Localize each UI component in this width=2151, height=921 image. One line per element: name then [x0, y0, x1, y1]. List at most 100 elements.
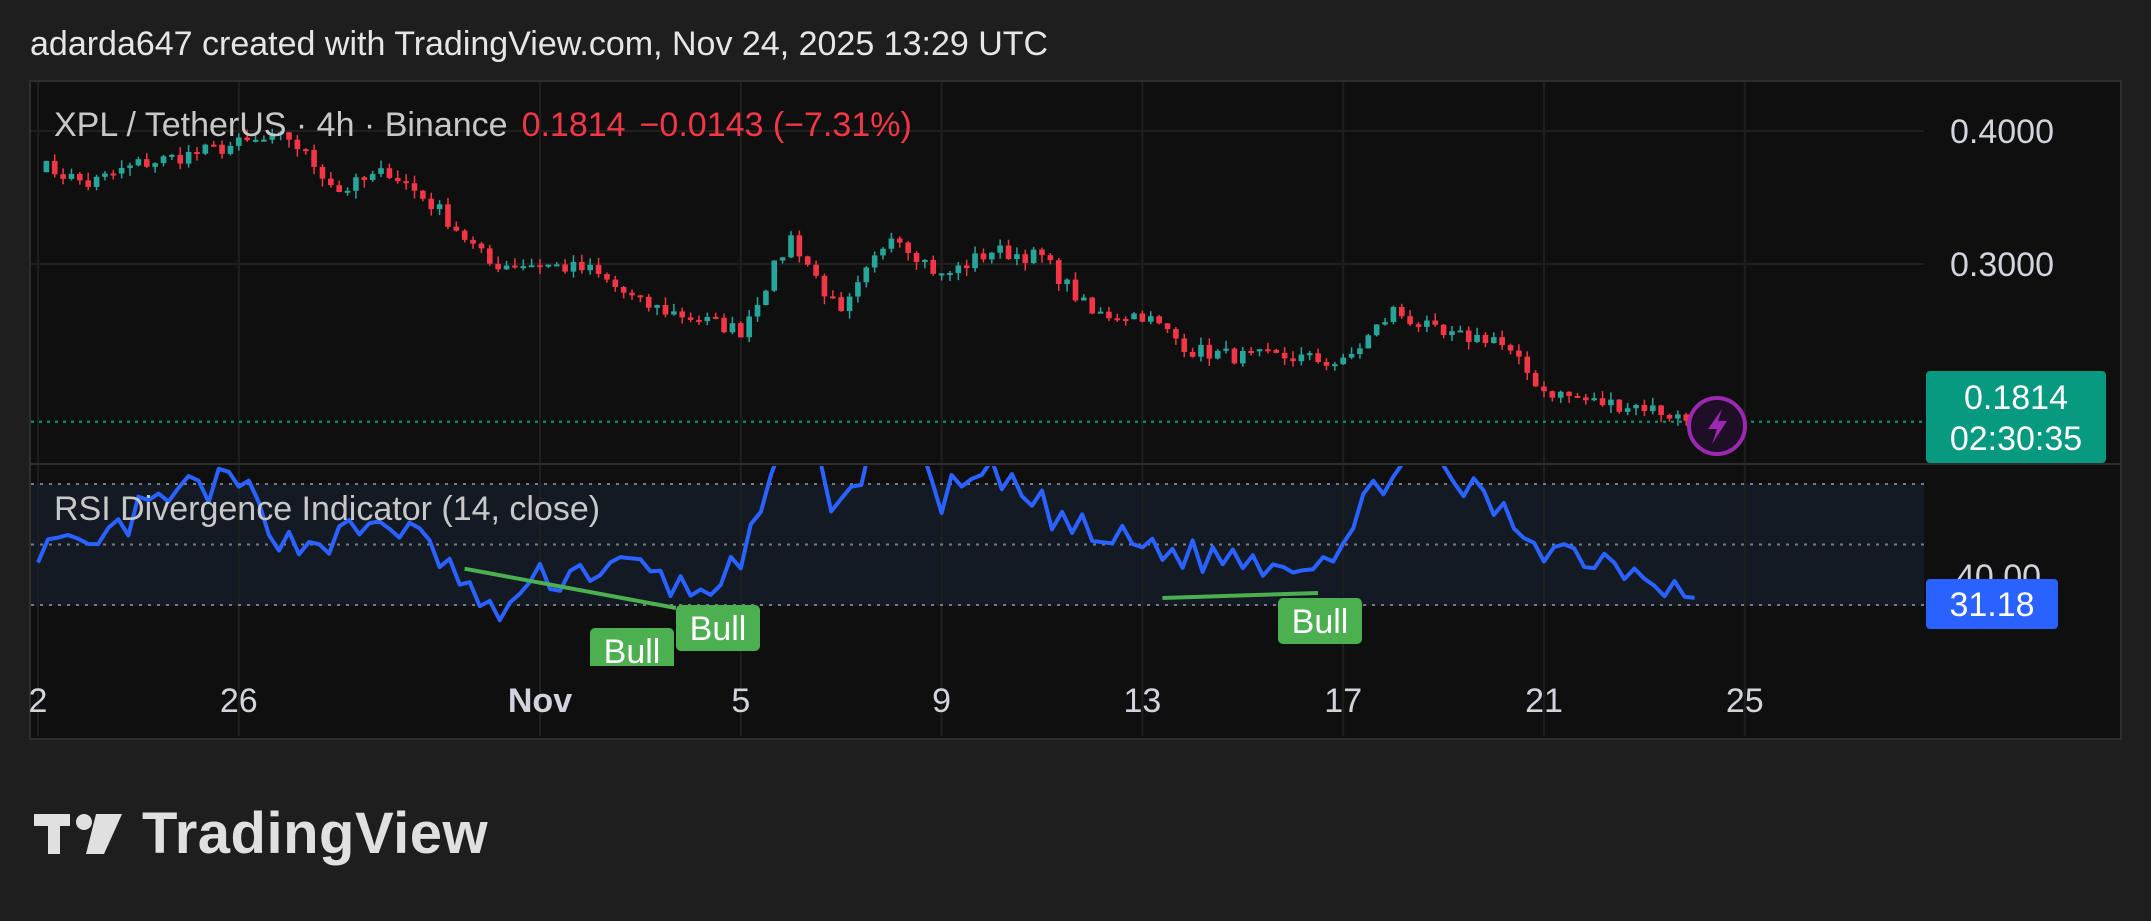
candle-body: [863, 267, 870, 283]
price-pane[interactable]: [31, 128, 1924, 426]
candle-body: [1516, 350, 1522, 357]
candle-body: [1223, 348, 1229, 351]
candle-body: [838, 297, 844, 312]
candle-body: [846, 296, 853, 312]
candle-body: [712, 316, 719, 319]
candle-body: [1147, 316, 1154, 322]
candle-body: [1649, 405, 1656, 412]
rsi-indicator-legend[interactable]: RSI Divergence Indicator (14, close): [54, 490, 600, 529]
candle-body: [1189, 351, 1196, 357]
candle-body: [177, 154, 184, 164]
candle-body: [1658, 405, 1664, 415]
candle-body: [629, 292, 635, 296]
candle-body: [1424, 320, 1430, 327]
candle-body: [470, 239, 476, 244]
tradingview-logo[interactable]: TradingView: [34, 800, 488, 867]
candle-body: [972, 253, 978, 269]
candle-body: [1491, 337, 1497, 343]
candle-body: [1332, 364, 1338, 367]
candle-body: [1156, 316, 1162, 324]
candle-body: [143, 159, 150, 167]
candle-body: [855, 282, 861, 297]
candle-body: [1097, 311, 1104, 314]
candle-body: [813, 264, 819, 276]
candle-body: [102, 173, 108, 177]
candle-body: [227, 145, 234, 154]
candle-body: [93, 176, 100, 187]
candle-body: [1532, 372, 1539, 387]
candle-body: [963, 265, 970, 269]
x-tick-label: 13: [1123, 682, 1161, 720]
candle-body: [804, 256, 811, 265]
candle-body: [344, 190, 351, 193]
candle-body: [1507, 345, 1514, 351]
candle-body: [1206, 344, 1213, 359]
symbol-name[interactable]: XPL / TetherUS · 4h · Binance: [54, 106, 508, 144]
lightning-icon[interactable]: [1687, 396, 1747, 456]
candle-body: [1122, 318, 1129, 321]
candle-body: [1449, 331, 1455, 336]
candle-body: [738, 323, 744, 338]
candle-body: [896, 238, 903, 243]
candle-body: [445, 204, 451, 227]
x-tick-label: 26: [220, 682, 258, 720]
candle-body: [411, 183, 418, 191]
price-axis[interactable]: 0.3000 0.4000: [1950, 113, 2054, 284]
candle-body: [922, 259, 928, 262]
candle-body: [989, 252, 995, 260]
candle-body: [587, 264, 593, 271]
candle-body: [1524, 356, 1531, 373]
candle-body: [420, 190, 426, 199]
grid: [31, 82, 1924, 736]
candle-body: [779, 257, 786, 261]
candle-body: [1055, 260, 1062, 285]
candle-body: [1482, 334, 1489, 343]
candle-body: [888, 238, 895, 249]
candle-body: [821, 275, 828, 297]
candle-body: [520, 266, 527, 269]
candle-body: [997, 245, 1003, 253]
candle-body: [51, 160, 58, 175]
candle-body: [1240, 350, 1246, 364]
candle-body: [1348, 353, 1355, 358]
candle-body: [77, 173, 83, 181]
candle-body: [1164, 323, 1171, 330]
candle-body: [495, 263, 501, 270]
candle-body: [1357, 348, 1363, 354]
candle-body: [43, 160, 50, 173]
candle-body: [830, 296, 836, 299]
candle-body: [679, 311, 686, 318]
candle-body: [604, 274, 610, 280]
candle-body: [487, 248, 493, 264]
y-tick-label: 0.4000: [1950, 113, 2054, 151]
x-tick-label: 21: [1525, 682, 1563, 720]
candle-body: [302, 149, 309, 152]
candle-body: [1641, 404, 1648, 412]
candle-body: [428, 198, 435, 210]
candle-body: [361, 177, 368, 180]
symbol-legend[interactable]: XPL / TetherUS · 4h · Binance 0.1814 −0.01…: [54, 106, 912, 145]
candle-body: [1014, 254, 1020, 260]
candle-body: [1616, 399, 1623, 412]
candle-body: [1005, 245, 1012, 260]
candle-body: [771, 260, 778, 291]
candle-body: [1365, 335, 1372, 349]
candle-body: [436, 204, 443, 210]
candle-body: [1256, 349, 1263, 352]
time-axis[interactable]: 2 26 Nov 5 9 13 17 21 25: [29, 682, 1764, 720]
candle-body: [528, 265, 535, 268]
y-tick-label: 0.3000: [1950, 246, 2054, 284]
candle-body: [336, 185, 342, 192]
price-badge-value: 0.1814: [1964, 379, 2068, 417]
candle-body: [1081, 297, 1087, 301]
candle-body: [1131, 313, 1137, 320]
candle-body: [1214, 350, 1221, 359]
candle-body: [1273, 349, 1280, 353]
candle-body: [311, 150, 317, 167]
candle-body: [1139, 313, 1146, 322]
bull-divergence-label: Bull: [590, 628, 674, 666]
candle-body: [378, 168, 384, 174]
candle-body: [562, 264, 568, 272]
candle-body: [545, 264, 552, 267]
candle-body: [1557, 391, 1564, 398]
